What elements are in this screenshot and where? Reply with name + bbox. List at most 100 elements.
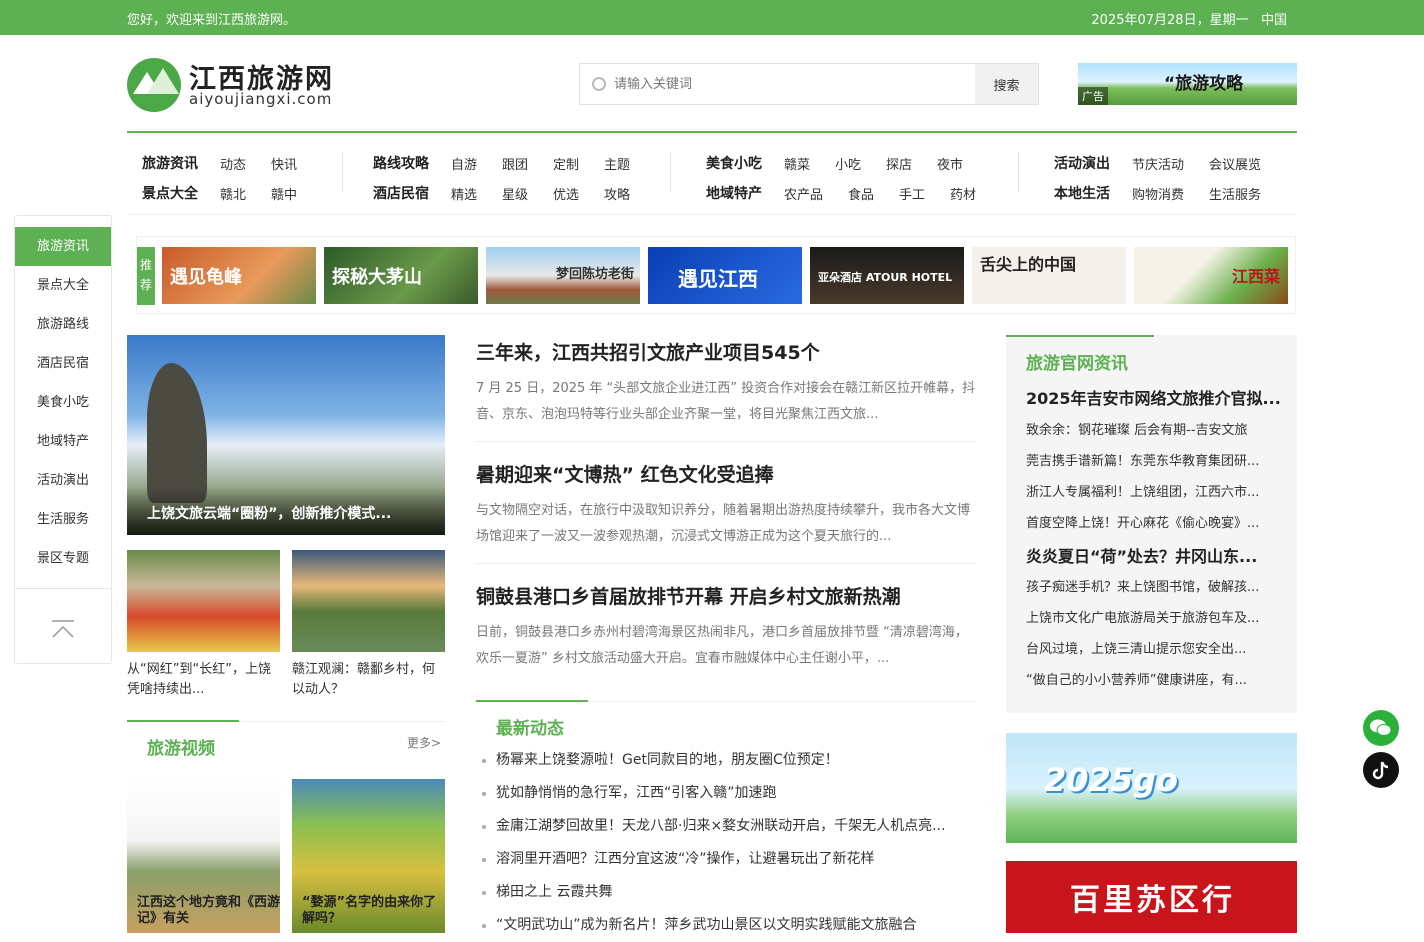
- marathon-banner[interactable]: 2025go: [1006, 733, 1297, 843]
- official-item[interactable]: 炎炎夏日“荷”处去？井冈山东...: [1026, 543, 1282, 567]
- nav-heading[interactable]: 活动演出: [1054, 153, 1110, 173]
- official-item[interactable]: 2025年吉安市网络文旅推介官拟...: [1026, 385, 1282, 409]
- list-item[interactable]: 犹如静悄悄的急行军，江西“引客入赣”加速跑: [482, 777, 976, 810]
- section-accent: [476, 700, 588, 702]
- nav-link[interactable]: 赣中: [271, 184, 297, 203]
- official-item[interactable]: 致余余：钢花璀璨 后会有期--吉安文旅: [1026, 419, 1282, 438]
- article-item[interactable]: 暑期迎来“文博热” 红色文化受追捧 与文物隔空对话，在旅行中汲取知识养分，随着暑…: [476, 460, 976, 550]
- nav-link[interactable]: 会议展览: [1209, 154, 1261, 173]
- official-item[interactable]: 孩子痴迷手机？来上饶图书馆，破解孩...: [1026, 576, 1282, 595]
- header-ad[interactable]: “旅游攻略 广告: [1078, 63, 1297, 105]
- official-item[interactable]: 上饶市文化广电旅游局关于旅游包车及...: [1026, 607, 1282, 626]
- official-item[interactable]: 浙江人专属福利！上饶组团，江西六市...: [1026, 481, 1282, 500]
- official-item[interactable]: “做自己的小小营养师”健康讲座，有...: [1026, 669, 1282, 688]
- sidebar-item-news[interactable]: 旅游资讯: [15, 227, 111, 266]
- nav-link[interactable]: 小吃: [835, 154, 861, 173]
- nav-link[interactable]: 节庆活动: [1132, 154, 1184, 173]
- nav-link[interactable]: 定制: [553, 154, 579, 173]
- article-title[interactable]: 铜鼓县港口乡首届放排节开幕 开启乡村文旅新热潮: [476, 582, 976, 609]
- article-title[interactable]: 三年来，江西共招引文旅产业项目545个: [476, 338, 976, 365]
- site-logo[interactable]: 江西旅游网 aiyoujiangxi.com: [127, 56, 347, 116]
- sidebar-item-hotels[interactable]: 酒店民宿: [15, 344, 111, 383]
- main-nav: 旅游资讯 动态 快讯 景点大全 赣北 赣中 路线攻略 自游 跟团 定制 主题 酒店民宿 精选 星级 优…: [127, 133, 1297, 215]
- recommend-item[interactable]: 遇见龟峰: [162, 247, 316, 304]
- search-button[interactable]: 搜索: [975, 64, 1038, 104]
- news-thumb[interactable]: [292, 550, 445, 652]
- nav-heading[interactable]: 景点大全: [142, 183, 198, 203]
- section-title: 旅游视频: [147, 739, 215, 759]
- list-item[interactable]: 金庸江湖梦回故里！天龙八部·归来×婺女洲联动开启，千架无人机点亮...: [482, 810, 976, 843]
- nav-link[interactable]: 跟团: [502, 154, 528, 173]
- nav-heading[interactable]: 美食小吃: [706, 153, 762, 173]
- nav-heading[interactable]: 旅游资讯: [142, 153, 198, 173]
- nav-link[interactable]: 药材: [950, 184, 976, 203]
- video-more-link[interactable]: 更多>: [407, 734, 441, 751]
- sidebar-item-events[interactable]: 活动演出: [15, 461, 111, 500]
- recommend-item[interactable]: 梦回陈坊老街: [486, 247, 640, 304]
- nav-link[interactable]: 手工: [899, 184, 925, 203]
- nav-link[interactable]: 快讯: [271, 154, 297, 173]
- official-item[interactable]: 莞吉携手谱新篇！东莞东华教育集团研...: [1026, 450, 1282, 469]
- recommend-item[interactable]: 舌尖上的中国: [972, 247, 1126, 304]
- ad-tag: 广告: [1078, 87, 1108, 105]
- nav-heading[interactable]: 地域特产: [706, 183, 762, 203]
- nav-link[interactable]: 农产品: [784, 184, 823, 203]
- top-bar: 您好，欢迎来到江西旅游网。 2025年07月28日，星期一 中国: [0, 0, 1424, 35]
- sidebar-item-food[interactable]: 美食小吃: [15, 383, 111, 422]
- nav-link[interactable]: 攻略: [604, 184, 630, 203]
- list-item[interactable]: 杨幂来上饶婺源啦！Get同款目的地，朋友圈C位预定！: [482, 744, 976, 777]
- search-input[interactable]: [614, 64, 974, 104]
- list-item[interactable]: 溶洞里开酒吧？江西分宜这波“冷”操作，让避暑玩出了新花样: [482, 843, 976, 876]
- hero-image[interactable]: 上饶文旅云端“圈粉”，创新推介模式...: [127, 335, 445, 535]
- recommend-item[interactable]: 遇见江西: [648, 247, 802, 304]
- recommend-item[interactable]: 亚朵酒店 ATOUR HOTEL: [810, 247, 964, 304]
- article-title[interactable]: 暑期迎来“文博热” 红色文化受追捧: [476, 460, 976, 487]
- thumb-caption[interactable]: 从“网红”到“长红”，上饶凭啥持续出...: [127, 660, 282, 700]
- region-link[interactable]: 中国: [1261, 13, 1287, 28]
- logo-en: aiyoujiangxi.com: [189, 90, 333, 108]
- nav-link[interactable]: 生活服务: [1209, 184, 1261, 203]
- nav-link[interactable]: 探店: [886, 154, 912, 173]
- article-item[interactable]: 铜鼓县港口乡首届放排节开幕 开启乡村文旅新热潮 日前，铜鼓县港口乡赤州村碧湾海景…: [476, 582, 976, 672]
- nav-link[interactable]: 赣北: [220, 184, 246, 203]
- video-item[interactable]: “婺源”名字的由来你了解吗？: [292, 779, 445, 933]
- article-item[interactable]: 三年来，江西共招引文旅产业项目545个 7 月 25 日，2025 年 “头部文…: [476, 338, 976, 428]
- video-item-title: “婺源”名字的由来你了解吗？: [302, 895, 437, 926]
- video-item[interactable]: 江西这个地方竟和《西游记》有关: [127, 779, 280, 933]
- list-item[interactable]: “文明武功山”成为新名片！萍乡武功山景区以文明实践赋能文旅融合: [482, 909, 976, 942]
- nav-link[interactable]: 优选: [553, 184, 579, 203]
- mountain-rock-graphic: [147, 363, 207, 503]
- sidebar-item-attractions[interactable]: 景点大全: [15, 266, 111, 305]
- official-item[interactable]: 台风过境，上饶三清山提示您安全出...: [1026, 638, 1282, 657]
- list-item[interactable]: 梯田之上 云霞共舞: [482, 876, 976, 909]
- sidebar-item-routes[interactable]: 旅游路线: [15, 305, 111, 344]
- nav-link[interactable]: 自游: [451, 154, 477, 173]
- nav-link[interactable]: 动态: [220, 154, 246, 173]
- recommend-item[interactable]: 江西菜: [1134, 247, 1288, 304]
- nav-link[interactable]: 购物消费: [1132, 184, 1184, 203]
- thumb-caption[interactable]: 赣江观澜：赣鄱乡村，何以动人？: [292, 660, 447, 700]
- section-accent: [127, 720, 239, 722]
- ad-title: “旅游攻略: [1164, 74, 1244, 94]
- wechat-icon[interactable]: [1363, 710, 1399, 746]
- soviet-area-banner[interactable]: 百里苏区行: [1006, 861, 1297, 933]
- sidebar-item-specialty[interactable]: 地域特产: [15, 422, 111, 461]
- nav-link[interactable]: 主题: [604, 154, 630, 173]
- sidebar-item-topics[interactable]: 景区专题: [15, 539, 111, 578]
- nav-link[interactable]: 星级: [502, 184, 528, 203]
- news-thumb[interactable]: [127, 550, 280, 652]
- sidebar-item-life[interactable]: 生活服务: [15, 500, 111, 539]
- nav-link[interactable]: 食品: [848, 184, 874, 203]
- nav-link[interactable]: 夜市: [937, 154, 963, 173]
- nav-heading[interactable]: 本地生活: [1054, 183, 1110, 203]
- back-to-top-button[interactable]: [15, 588, 111, 664]
- recommend-item-text: 亚朵酒店 ATOUR HOTEL: [818, 271, 953, 284]
- nav-link[interactable]: 赣菜: [784, 154, 810, 173]
- official-news-box: 旅游官网资讯 2025年吉安市网络文旅推介官拟... 致余余：钢花璀璨 后会有期…: [1006, 335, 1297, 713]
- nav-heading[interactable]: 酒店民宿: [373, 183, 429, 203]
- official-item[interactable]: 首度空降上饶！开心麻花《偷心晚宴》...: [1026, 512, 1282, 531]
- tiktok-icon[interactable]: [1363, 752, 1399, 788]
- nav-link[interactable]: 精选: [451, 184, 477, 203]
- nav-heading[interactable]: 路线攻略: [373, 153, 429, 173]
- recommend-item[interactable]: 探秘大茅山: [324, 247, 478, 304]
